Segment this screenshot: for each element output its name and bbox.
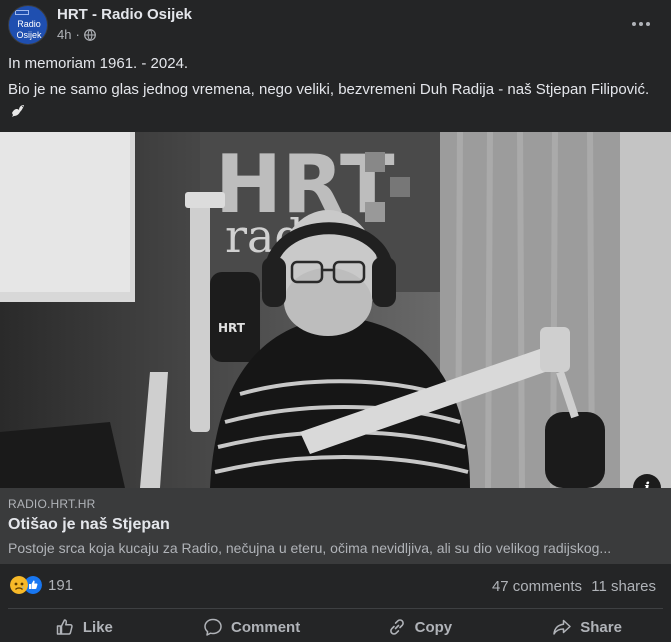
shares-count[interactable]: 11 shares bbox=[591, 578, 656, 595]
page-avatar[interactable]: Radio Osijek bbox=[8, 5, 48, 45]
share-button[interactable]: Share bbox=[503, 612, 671, 642]
page-name-link[interactable]: HRT - Radio Osijek bbox=[57, 6, 192, 23]
thumbs-up-icon bbox=[56, 619, 73, 635]
more-dot-icon bbox=[646, 22, 650, 26]
link-copy-icon bbox=[389, 619, 404, 635]
post-body: In memoriam 1961. - 2024. Bio je ne samo… bbox=[8, 54, 663, 106]
comments-count[interactable]: 47 comments bbox=[492, 578, 582, 595]
post-stats: 191 47 comments 11 shares bbox=[0, 564, 671, 608]
meta-separator: · bbox=[75, 27, 80, 42]
copy-button[interactable]: Copy bbox=[336, 612, 504, 642]
post-text-line1: In memoriam 1961. - 2024. bbox=[8, 55, 189, 72]
like-button[interactable]: Like bbox=[0, 612, 168, 642]
post-text-line2: Bio je ne samo glas jednog vremena, nego… bbox=[8, 81, 650, 98]
more-options-button[interactable] bbox=[627, 14, 655, 34]
link-title[interactable]: Otišao je naš Stjepan bbox=[8, 516, 170, 534]
comment-icon bbox=[204, 618, 222, 636]
like-label: Like bbox=[82, 618, 113, 636]
avatar-text-line2: Osijek bbox=[16, 30, 42, 40]
copy-label: Copy bbox=[414, 618, 453, 636]
post-time[interactable]: 4h bbox=[57, 27, 71, 42]
radio-studio-photo: HRT radio HRT bbox=[0, 132, 671, 488]
more-dot-icon bbox=[639, 22, 643, 26]
share-label: Share bbox=[580, 618, 622, 636]
avatar-text-line1: Radio bbox=[17, 19, 41, 29]
sad-icon bbox=[10, 576, 28, 594]
link-domain: RADIO.HRT.HR bbox=[8, 497, 96, 511]
reactions-count: 191 bbox=[48, 576, 74, 594]
post-meta: 4h · bbox=[57, 27, 96, 42]
share-arrow-icon bbox=[553, 619, 572, 635]
actions-divider bbox=[8, 608, 663, 609]
mic-label-text: HRT bbox=[218, 321, 246, 335]
link-description: Postoje srca koja kucaju za Radio, nečuj… bbox=[8, 540, 612, 556]
post-photo[interactable]: HRT radio HRT bbox=[0, 132, 671, 488]
post-actions: Like Comment Copy Share bbox=[0, 612, 671, 642]
dove-icon bbox=[12, 105, 24, 117]
comment-label: Comment bbox=[231, 618, 301, 636]
comment-button[interactable]: Comment bbox=[168, 612, 336, 642]
link-preview-card[interactable]: RADIO.HRT.HR Otišao je naš Stjepan Posto… bbox=[0, 488, 671, 564]
logo-mark bbox=[15, 10, 29, 15]
reactions-summary[interactable]: 191 bbox=[10, 576, 73, 594]
more-dot-icon bbox=[632, 22, 636, 26]
globe-icon[interactable] bbox=[83, 28, 96, 41]
post-header: Radio Osijek HRT - Radio Osijek 4h · bbox=[0, 0, 671, 50]
